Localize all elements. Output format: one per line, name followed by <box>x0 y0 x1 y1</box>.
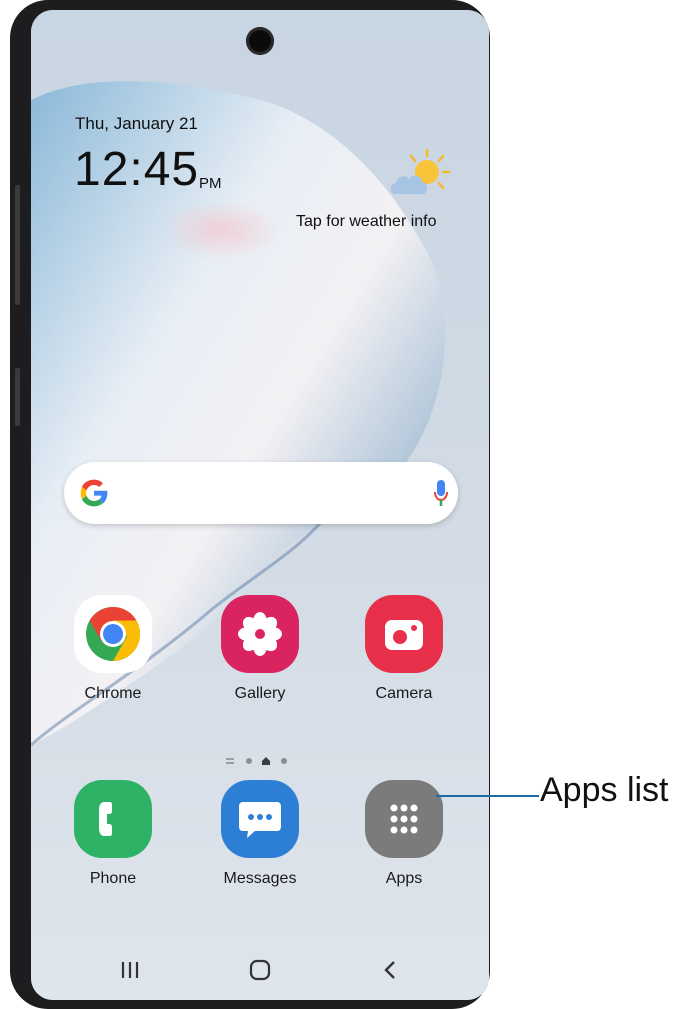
widget-time[interactable]: 12:45 <box>74 142 199 197</box>
microphone-icon[interactable] <box>434 480 448 508</box>
side-key <box>15 368 20 426</box>
phone-frame: Thu, January 21 12:45 PM Tap for weather… <box>10 0 490 1009</box>
bixby-key <box>15 185 20 305</box>
page-indicator[interactable] <box>216 753 316 769</box>
google-g-icon <box>80 479 108 507</box>
apps-grid-icon <box>365 780 443 858</box>
gallery-flower-icon <box>221 595 299 673</box>
widget-ampm: PM <box>199 175 222 192</box>
front-camera <box>246 27 274 55</box>
chrome-icon <box>74 595 152 673</box>
messages-icon <box>221 780 299 858</box>
app-messages[interactable]: Messages <box>205 780 315 888</box>
home-icon[interactable] <box>230 940 290 1000</box>
app-label: Messages <box>223 870 297 887</box>
app-label: Phone <box>89 870 137 887</box>
google-search-bar[interactable] <box>64 462 458 524</box>
home-screen: Thu, January 21 12:45 PM Tap for weather… <box>31 10 489 1000</box>
app-label: Camera <box>375 685 433 702</box>
phone-icon <box>74 780 152 858</box>
page-dot <box>226 758 234 764</box>
app-label: Gallery <box>234 685 286 702</box>
app-gallery[interactable]: Gallery <box>205 595 315 703</box>
app-label: Apps <box>385 870 423 887</box>
widget-date[interactable]: Thu, January 21 <box>75 114 198 134</box>
home-page-dot <box>262 757 270 765</box>
app-label: Chrome <box>84 685 142 702</box>
callout-line <box>436 795 539 797</box>
callout-label: Apps list <box>540 771 669 809</box>
recent-apps-icon[interactable] <box>100 940 160 1000</box>
app-chrome[interactable]: Chrome <box>58 595 168 703</box>
app-camera[interactable]: Camera <box>349 595 459 703</box>
weather-prompt[interactable]: Tap for weather info <box>296 213 437 231</box>
page-dot <box>246 758 252 764</box>
partly-cloudy-sun-icon[interactable] <box>387 146 451 204</box>
navigation-bar <box>31 940 489 1000</box>
back-icon[interactable] <box>360 940 420 1000</box>
app-phone[interactable]: Phone <box>58 780 168 888</box>
page-dot <box>281 758 287 764</box>
camera-icon <box>365 595 443 673</box>
